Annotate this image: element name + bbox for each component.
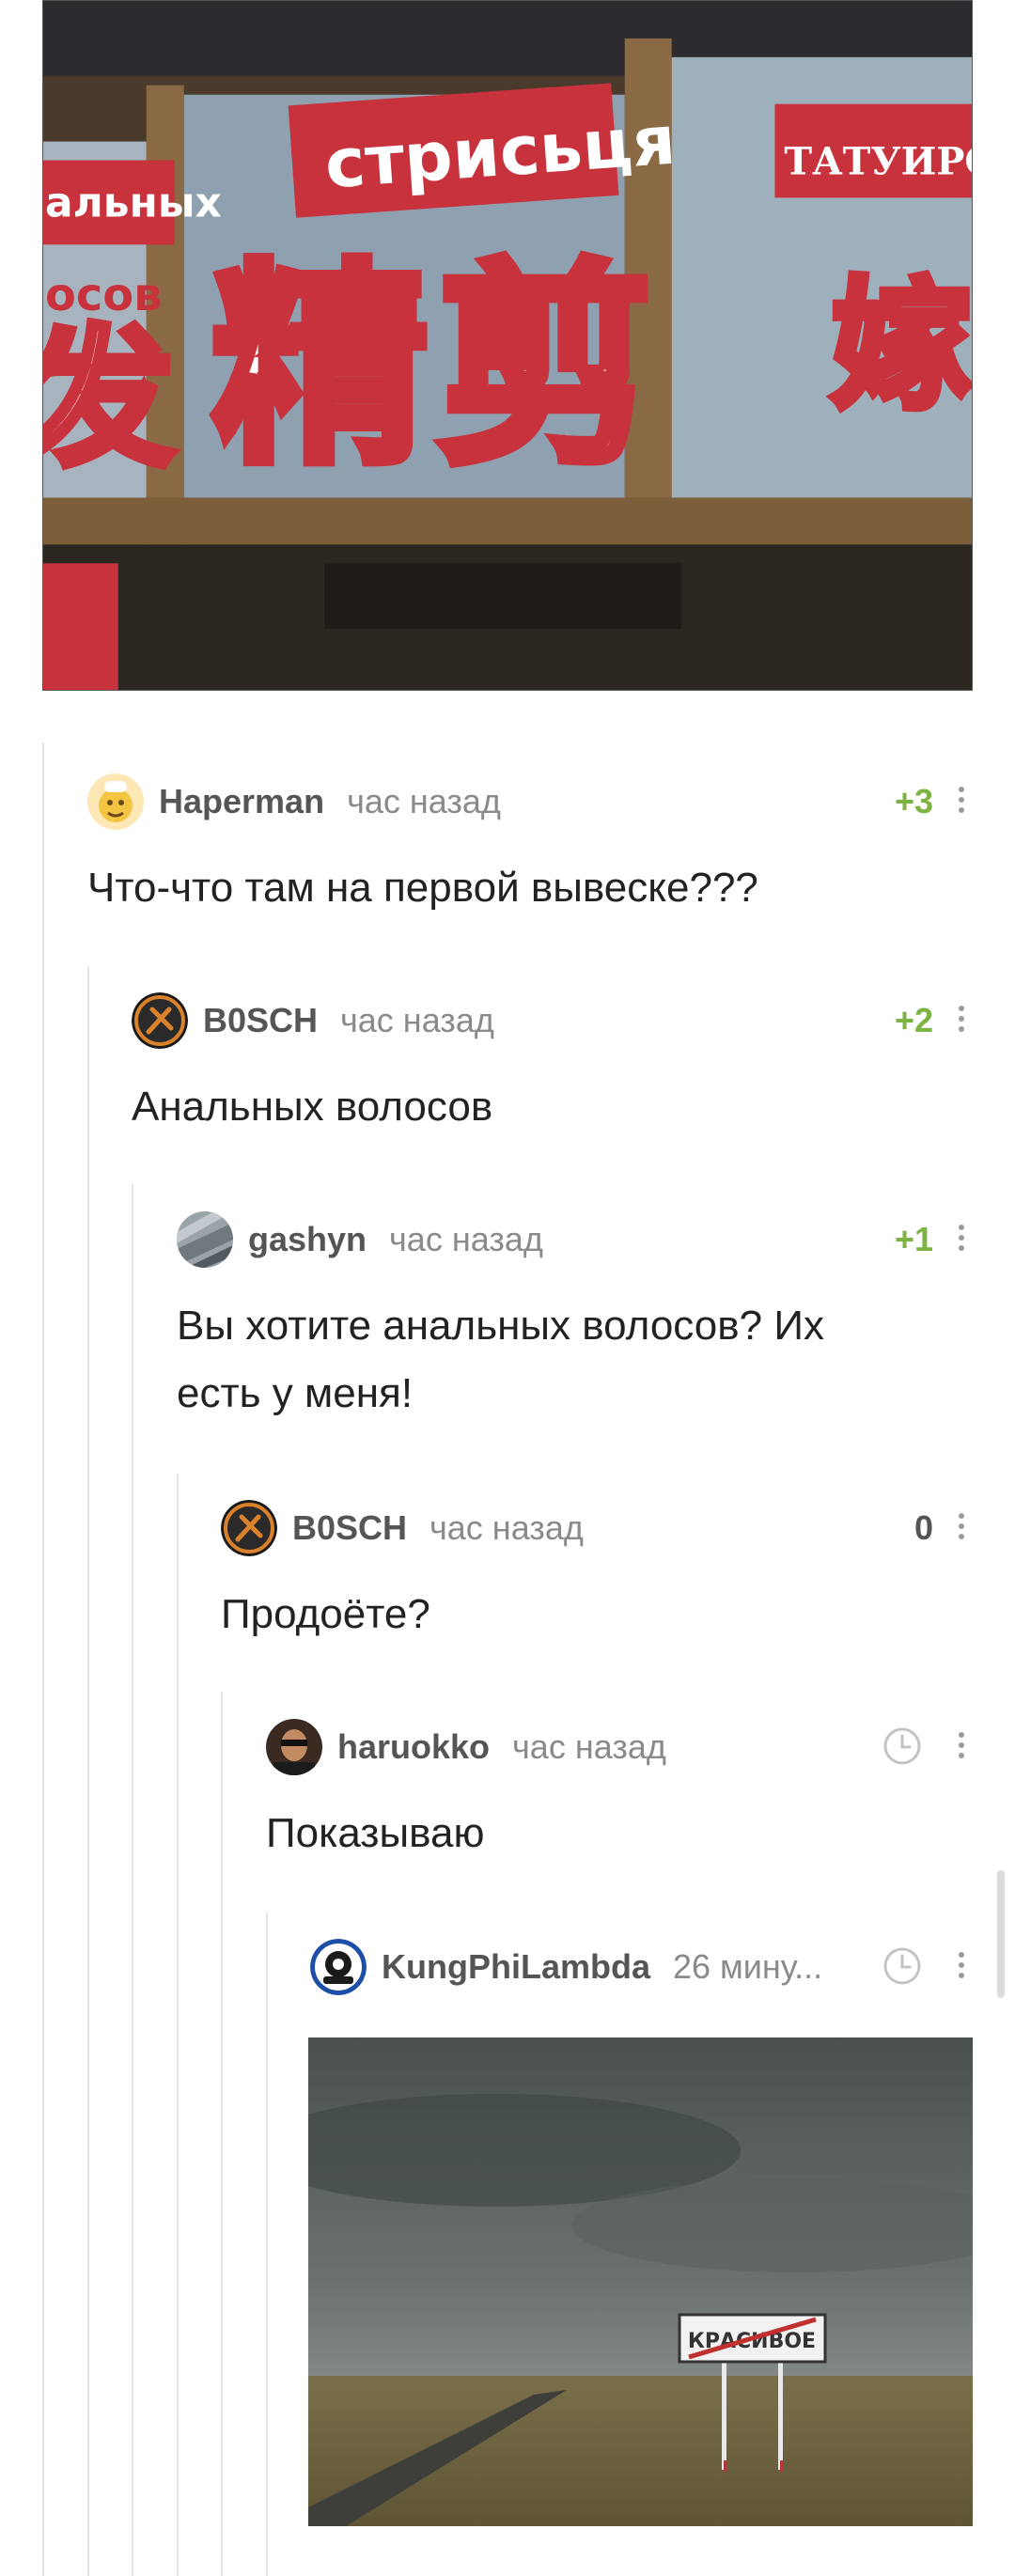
thread-line xyxy=(177,1474,179,2576)
comment-rating: +1 xyxy=(894,1220,933,1258)
dots-vertical-icon[interactable] xyxy=(952,1732,971,1762)
thread-line xyxy=(266,1912,268,2576)
comment-rating: +3 xyxy=(894,782,933,820)
comment-header: KungPhiLambda 26 мину... xyxy=(310,1939,822,1995)
sign-hanzi-1: 精 xyxy=(212,242,429,493)
comment-header: B0SCH час назад xyxy=(132,992,494,1049)
comment-rating: 0 xyxy=(914,1508,933,1547)
comment-username[interactable]: KungPhiLambda xyxy=(382,1947,650,1987)
thread-line xyxy=(132,1184,133,2576)
comment: Haperman час назад +3 Что-что там на пер… xyxy=(87,773,971,914)
comment-timestamp[interactable]: час назад xyxy=(389,1220,543,1259)
comment-username[interactable]: Haperman xyxy=(159,782,324,821)
comment-text: Показываю xyxy=(266,1810,485,1856)
comment-username[interactable]: B0SCH xyxy=(203,1001,318,1040)
comment-rating: +2 xyxy=(894,1001,933,1039)
sign-left-text-1: альных xyxy=(45,179,222,226)
comment-username[interactable]: gashyn xyxy=(248,1220,367,1259)
post-image[interactable]: стрисьця альных осов ТАТУИРОВКА 精 剪 发 嫁 xyxy=(42,0,973,691)
comment-text: Что-что там на первой вывеске??? xyxy=(87,865,758,911)
sign-hanzi-left: 发 xyxy=(43,312,175,487)
comment-image[interactable]: КРАСИВОЕ xyxy=(308,2037,973,2526)
sign-right-text: ТАТУИРОВКА xyxy=(784,141,972,184)
avatar[interactable] xyxy=(132,992,188,1049)
clock-icon xyxy=(882,1726,922,1766)
avatar[interactable] xyxy=(310,1939,367,1995)
dots-vertical-icon[interactable] xyxy=(952,1513,971,1543)
avatar[interactable] xyxy=(266,1719,322,1775)
avatar[interactable] xyxy=(87,773,144,830)
comment: B0SCH час назад +2 Анальных волосов xyxy=(132,992,971,1133)
comment: haruokko час назад Показываю xyxy=(266,1719,971,1860)
comment-timestamp[interactable]: час назад xyxy=(512,1727,666,1767)
comment-text-line: есть у меня! xyxy=(177,1370,414,1416)
thread-line xyxy=(221,1692,223,2576)
comment-header: B0SCH час назад xyxy=(221,1500,584,1556)
comment-timestamp[interactable]: 26 мину... xyxy=(673,1947,822,1987)
comment: KungPhiLambda 26 мину... xyxy=(310,1939,971,2005)
comment-text: Продоёте? xyxy=(221,1591,430,1637)
avatar[interactable] xyxy=(221,1500,277,1556)
dots-vertical-icon[interactable] xyxy=(952,1952,971,1982)
comment-header: haruokko час назад xyxy=(266,1719,666,1775)
comment: gashyn час назад +1 Вы хотите анальных в… xyxy=(177,1211,971,1437)
comment-username[interactable]: haruokko xyxy=(337,1727,490,1767)
sign-hanzi-right: 嫁 xyxy=(831,265,972,429)
sign-hanzi-2: 剪 xyxy=(437,242,653,493)
scrollbar[interactable] xyxy=(997,1870,1005,1998)
dots-vertical-icon[interactable] xyxy=(952,1006,971,1036)
comment: B0SCH час назад 0 Продоёте? xyxy=(221,1500,971,1641)
thread-line xyxy=(42,742,44,2576)
comment-text: Анальных волосов xyxy=(132,1084,493,1130)
thread-line xyxy=(87,966,89,2576)
comment-timestamp[interactable]: час назад xyxy=(429,1508,584,1548)
dots-vertical-icon[interactable] xyxy=(952,787,971,817)
dots-vertical-icon[interactable] xyxy=(952,1225,971,1255)
comment-header: Haperman час назад xyxy=(87,773,501,830)
comment-timestamp[interactable]: час назад xyxy=(347,782,501,821)
comment-header: gashyn час назад xyxy=(177,1211,543,1268)
comment-timestamp[interactable]: час назад xyxy=(340,1001,494,1040)
comment-text-line: Вы хотите анальных волосов? Их xyxy=(177,1303,824,1349)
clock-icon xyxy=(882,1946,922,1986)
avatar[interactable] xyxy=(177,1211,233,1268)
comment-username[interactable]: B0SCH xyxy=(292,1508,407,1548)
